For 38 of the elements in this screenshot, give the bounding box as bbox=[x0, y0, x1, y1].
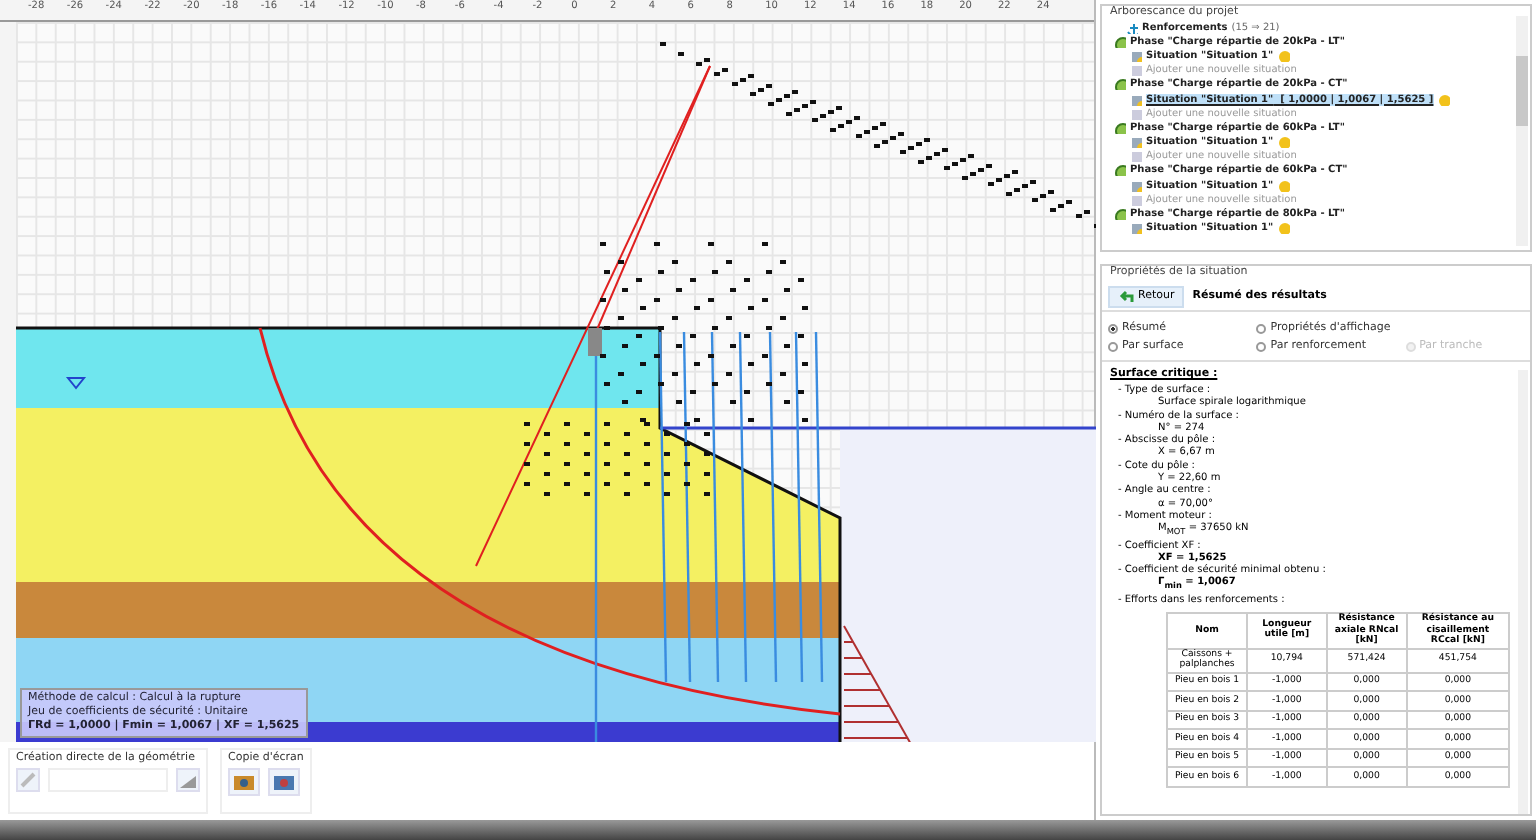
add-situation-icon bbox=[1130, 193, 1142, 206]
pencil-button[interactable] bbox=[16, 767, 40, 792]
situation-icon bbox=[1130, 222, 1142, 235]
ruler-button[interactable] bbox=[176, 767, 200, 792]
back-arrow-icon bbox=[1118, 289, 1134, 303]
situation-icon bbox=[1130, 93, 1142, 106]
camera-icon bbox=[272, 771, 296, 792]
situation-icon bbox=[1130, 49, 1142, 62]
earth-pressure-drawing bbox=[843, 624, 913, 742]
pencil-icon bbox=[18, 769, 38, 790]
radio-button[interactable] bbox=[1108, 341, 1118, 351]
phase-icon bbox=[1114, 121, 1126, 134]
save-button[interactable] bbox=[268, 767, 300, 796]
add-situation-icon bbox=[1130, 107, 1142, 120]
scrollbar[interactable] bbox=[1516, 16, 1528, 246]
radio-button[interactable] bbox=[1256, 323, 1267, 333]
scrollbar-thumb[interactable] bbox=[1516, 56, 1528, 126]
add-situation-icon bbox=[1130, 64, 1142, 77]
situation-icon bbox=[1130, 179, 1142, 192]
lightbulb-icon bbox=[1277, 222, 1290, 235]
lightbulb-icon bbox=[1437, 93, 1450, 106]
phase-icon bbox=[1114, 208, 1126, 221]
phase-icon bbox=[1114, 78, 1126, 91]
lightbulb-icon bbox=[1277, 179, 1290, 192]
lightbulb-icon bbox=[1277, 49, 1290, 62]
phase-icon bbox=[1114, 164, 1126, 177]
phase-icon bbox=[1114, 35, 1126, 48]
copy-button[interactable] bbox=[228, 767, 260, 796]
lightbulb-icon bbox=[1277, 136, 1290, 149]
camera-icon bbox=[232, 771, 256, 792]
add-situation-icon bbox=[1130, 150, 1142, 163]
radio-button[interactable] bbox=[1256, 341, 1267, 351]
anchor-icon bbox=[1126, 21, 1138, 34]
scrollbar[interactable] bbox=[1518, 370, 1528, 814]
water-level-icon bbox=[65, 376, 87, 390]
radio-button[interactable] bbox=[1108, 323, 1118, 333]
situation-icon bbox=[1130, 136, 1142, 149]
block-drawing bbox=[588, 327, 602, 356]
